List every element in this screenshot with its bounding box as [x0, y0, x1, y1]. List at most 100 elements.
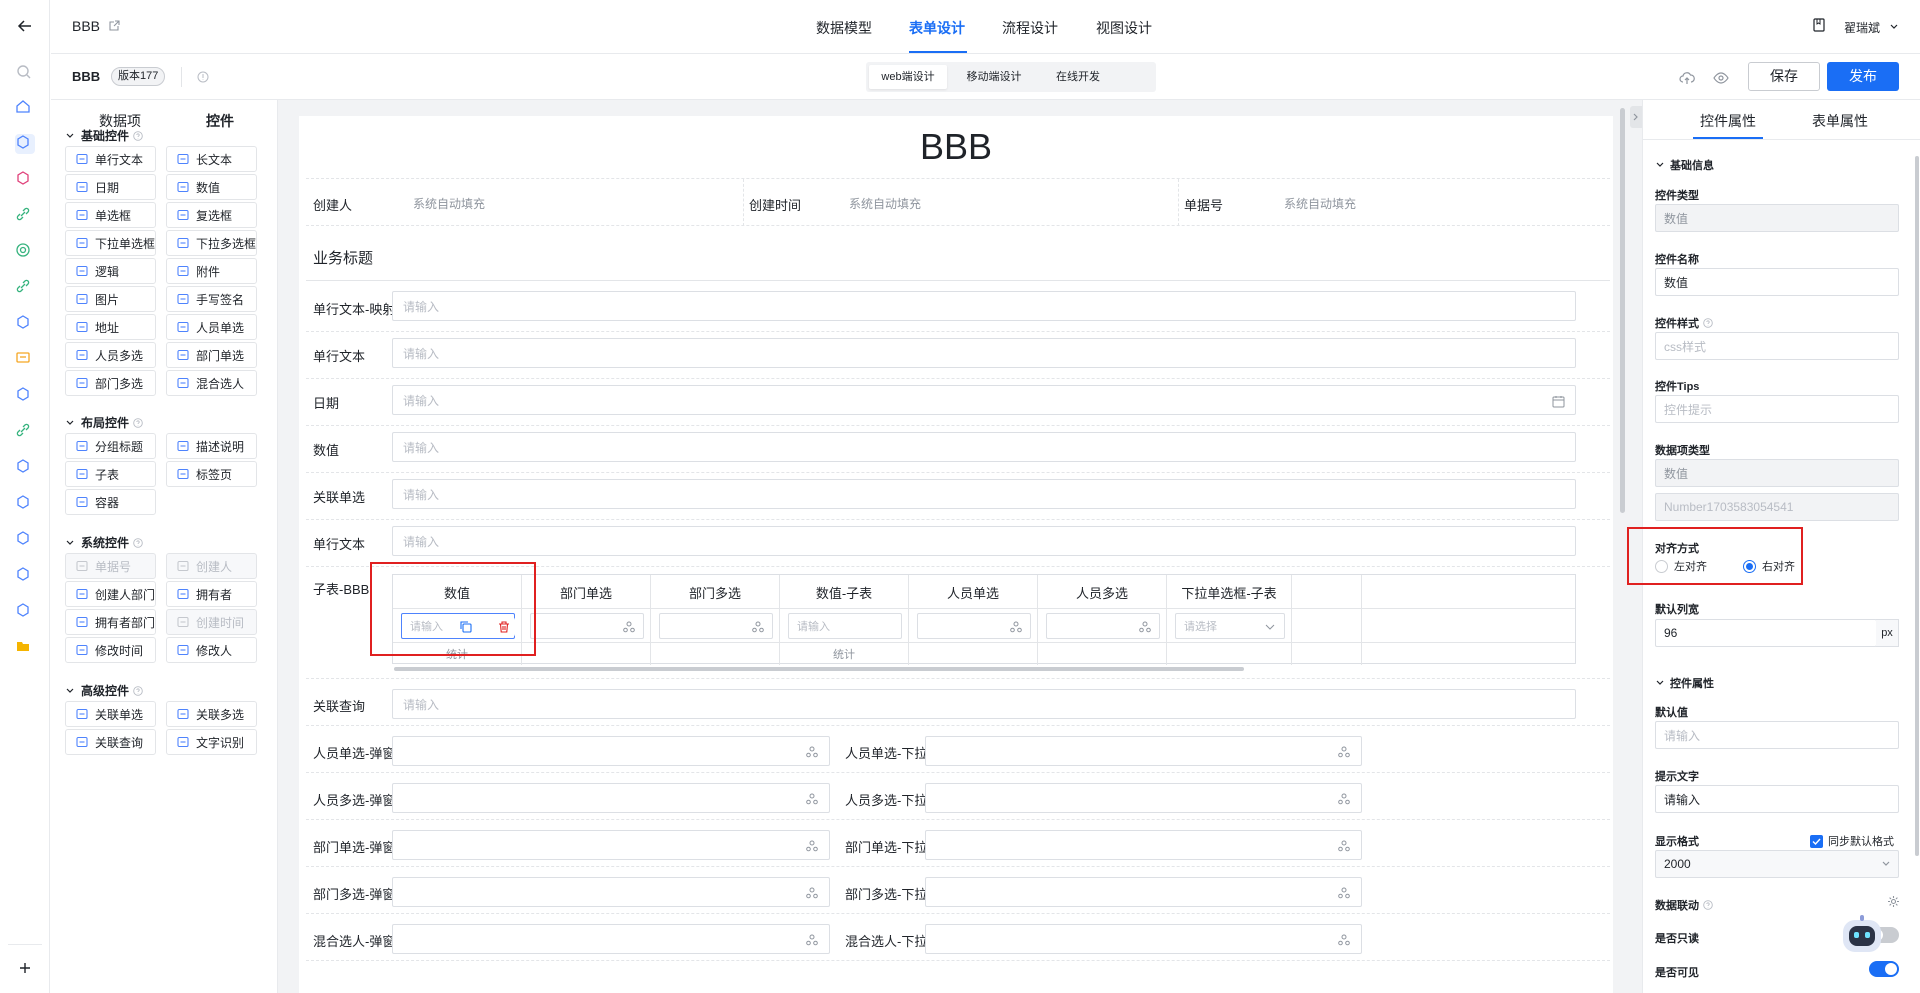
control-item[interactable]: 混合选人: [166, 370, 257, 396]
control-item[interactable]: 关联单选: [65, 701, 156, 727]
mode-tab-mobile[interactable]: 移动端设计: [954, 65, 1034, 89]
form-row[interactable]: 单行文本 请输入: [306, 520, 1610, 567]
tab-controls[interactable]: 控件: [206, 111, 234, 131]
home-icon[interactable]: [15, 98, 35, 118]
org-chart-icon[interactable]: [1337, 792, 1351, 806]
subtable-column-header[interactable]: 数值-子表: [780, 575, 909, 609]
control-item[interactable]: 描述说明: [166, 433, 257, 459]
control-item[interactable]: 关联多选: [166, 701, 257, 727]
org-chart-icon[interactable]: [751, 620, 764, 633]
control-item[interactable]: 子表: [65, 461, 156, 487]
subtable-scrollbar[interactable]: [394, 667, 1244, 671]
subtable-column-header[interactable]: 部门多选: [651, 575, 780, 609]
cube-icon[interactable]: [15, 134, 35, 154]
field-input[interactable]: 请输入: [392, 338, 1576, 368]
form-row[interactable]: 日期 请输入: [306, 379, 1610, 426]
help-icon[interactable]: [1703, 318, 1713, 328]
control-item[interactable]: 拥有者部门: [65, 609, 156, 635]
field-input[interactable]: [392, 830, 830, 860]
control-item[interactable]: 附件: [166, 258, 257, 284]
delete-icon[interactable]: [493, 617, 515, 637]
control-item[interactable]: 拥有者: [166, 581, 257, 607]
save-button[interactable]: 保存: [1748, 62, 1820, 91]
mode-tab-online-dev[interactable]: 在线开发: [1038, 65, 1118, 89]
control-item[interactable]: 部门多选: [65, 370, 156, 396]
cloud-upload-icon[interactable]: [1679, 70, 1695, 86]
control-item[interactable]: 创建人: [166, 553, 257, 579]
copy-icon[interactable]: [455, 617, 477, 637]
control-item[interactable]: 逻辑: [65, 258, 156, 284]
control-item[interactable]: 修改时间: [65, 637, 156, 663]
control-item[interactable]: 复选框: [166, 202, 257, 228]
field-input[interactable]: [925, 877, 1362, 907]
form-row[interactable]: 关联单选 请输入: [306, 473, 1610, 520]
field-input[interactable]: 请输入: [392, 291, 1576, 321]
form-row[interactable]: 单行文本-映射... 请输入: [306, 285, 1610, 332]
field-input[interactable]: [925, 830, 1362, 860]
tab-data-model[interactable]: 数据模型: [816, 18, 872, 38]
org-chart-icon[interactable]: [805, 792, 819, 806]
control-group-title[interactable]: 高级控件: [65, 682, 143, 699]
control-group-title[interactable]: 基础控件: [65, 127, 143, 144]
field-input[interactable]: [392, 783, 830, 813]
control-item[interactable]: 部门单选: [166, 342, 257, 368]
field-input[interactable]: 请输入: [392, 385, 1576, 415]
help-icon[interactable]: [133, 130, 143, 141]
default-value-input[interactable]: 请输入: [1655, 721, 1899, 749]
control-item[interactable]: 下拉多选框: [166, 230, 257, 256]
control-tips-input[interactable]: 控件提示: [1655, 395, 1899, 423]
chevron-down-icon[interactable]: [1263, 620, 1276, 633]
help-icon[interactable]: [133, 537, 143, 548]
col-width-input[interactable]: 96: [1655, 619, 1877, 647]
cube-icon[interactable]: [15, 170, 35, 190]
folder-icon[interactable]: [15, 638, 35, 658]
settings-gear-icon[interactable]: [1887, 895, 1900, 908]
cube-icon[interactable]: [15, 386, 35, 406]
help-icon[interactable]: [133, 417, 143, 428]
sync-format-checkbox[interactable]: 同步默认格式: [1810, 833, 1894, 849]
chevron-down-icon[interactable]: [1889, 22, 1899, 32]
tab-control-props[interactable]: 控件属性: [1700, 111, 1756, 131]
tab-flow-design[interactable]: 流程设计: [1002, 18, 1058, 38]
control-item[interactable]: 修改人: [166, 637, 257, 663]
org-chart-icon[interactable]: [805, 886, 819, 900]
control-group-title[interactable]: 系统控件: [65, 534, 143, 551]
subtable-column-header[interactable]: [1292, 575, 1362, 609]
control-item[interactable]: 创建时间: [166, 609, 257, 635]
subtable-column-header[interactable]: 人员单选: [909, 575, 1038, 609]
cube-icon[interactable]: [15, 314, 35, 334]
search-icon[interactable]: [15, 63, 35, 83]
control-item[interactable]: 手写签名: [166, 286, 257, 312]
calendar-icon[interactable]: [1551, 394, 1565, 408]
control-item[interactable]: 单选框: [65, 202, 156, 228]
visible-toggle[interactable]: [1869, 961, 1899, 977]
link-icon[interactable]: [15, 278, 35, 298]
org-chart-icon[interactable]: [622, 620, 635, 633]
format-select[interactable]: 2000: [1655, 850, 1899, 878]
subtable-input[interactable]: 请选择: [1175, 613, 1285, 639]
org-chart-icon[interactable]: [805, 839, 819, 853]
control-item[interactable]: 标签页: [166, 461, 257, 487]
org-chart-icon[interactable]: [1337, 839, 1351, 853]
form-row[interactable]: 数值 请输入: [306, 426, 1610, 473]
tab-form-props[interactable]: 表单属性: [1812, 111, 1868, 131]
control-item[interactable]: 人员多选: [65, 342, 156, 368]
control-item[interactable]: 长文本: [166, 146, 257, 172]
cube-icon[interactable]: [15, 566, 35, 586]
basic-info-title[interactable]: 基础信息: [1655, 157, 1714, 173]
canvas-scrollbar[interactable]: [1620, 108, 1625, 513]
control-item[interactable]: 日期: [65, 174, 156, 200]
back-arrow-icon[interactable]: [16, 17, 34, 35]
org-chart-icon[interactable]: [805, 745, 819, 759]
field-input[interactable]: [925, 783, 1362, 813]
document-icon[interactable]: [1812, 18, 1826, 32]
subtable-input[interactable]: [917, 613, 1031, 639]
cube-icon[interactable]: [15, 494, 35, 514]
mode-tab-web[interactable]: web端设计: [869, 65, 947, 89]
subtable-input[interactable]: [530, 613, 644, 639]
external-link-icon[interactable]: [108, 19, 120, 31]
control-name-input[interactable]: 数值: [1655, 268, 1899, 296]
control-item[interactable]: 关联查询: [65, 729, 156, 755]
control-item[interactable]: 单据号: [65, 553, 156, 579]
control-item[interactable]: 创建人部门: [65, 581, 156, 607]
